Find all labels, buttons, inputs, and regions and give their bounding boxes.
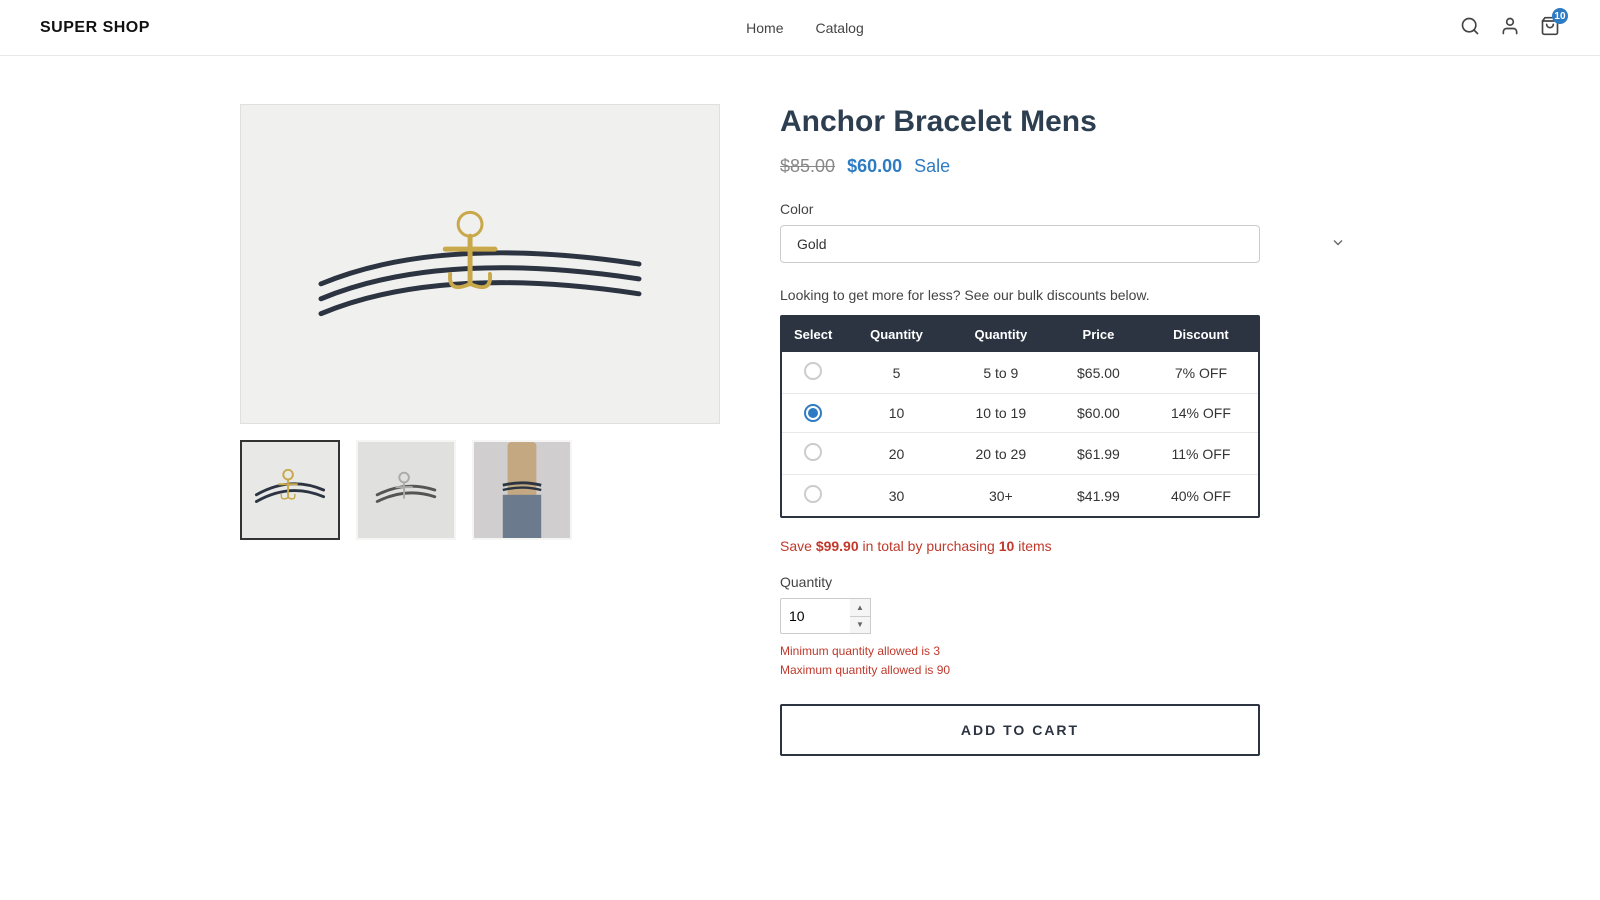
site-logo[interactable]: SUPER SHOP [40,19,150,37]
cell-qty-2: 20 [844,433,948,475]
cell-range-3: 30+ [949,475,1053,517]
search-icon[interactable] [1460,16,1480,39]
table-row[interactable]: 20 20 to 29 $61.99 11% OFF [782,433,1258,475]
main-product-image[interactable] [240,104,720,424]
header-icons: 10 [1460,16,1560,39]
quantity-input-wrapper: ▲ ▼ [780,598,1360,634]
bulk-info-text: Looking to get more for less? See our bu… [780,287,1360,303]
qty-max-text: Maximum quantity allowed is 90 [780,661,1360,680]
cell-price-2: $61.99 [1053,433,1144,475]
color-label: Color [780,201,1360,217]
quantity-input[interactable] [780,598,850,634]
product-info: Anchor Bracelet Mens $85.00 $60.00 Sale … [780,104,1360,756]
cart-count-badge: 10 [1552,8,1568,24]
table-row[interactable]: 10 10 to 19 $60.00 14% OFF [782,394,1258,433]
cell-select-3[interactable] [782,475,844,517]
product-title: Anchor Bracelet Mens [780,104,1360,140]
cell-select-2[interactable] [782,433,844,475]
table-header-qty2: Quantity [949,317,1053,352]
cell-discount-2: 11% OFF [1144,433,1258,475]
table-header-price: Price [1053,317,1144,352]
quantity-spinners: ▲ ▼ [850,598,871,634]
cell-qty-0: 5 [844,352,948,394]
quantity-decrement[interactable]: ▼ [850,617,870,634]
original-price: $85.00 [780,156,835,177]
color-select-wrapper: Gold Silver Black [780,225,1360,263]
cell-price-0: $65.00 [1053,352,1144,394]
quantity-increment[interactable]: ▲ [850,599,870,617]
header: SUPER SHOP Home Catalog 10 [0,0,1600,56]
color-select[interactable]: Gold Silver Black [780,225,1260,263]
cell-discount-0: 7% OFF [1144,352,1258,394]
radio-3[interactable] [804,485,822,503]
cell-range-0: 5 to 9 [949,352,1053,394]
cart-icon[interactable]: 10 [1540,16,1560,39]
product-images [240,104,720,756]
thumbnail-1[interactable] [240,440,340,540]
table-row[interactable]: 5 5 to 9 $65.00 7% OFF [782,352,1258,394]
quantity-limits: Minimum quantity allowed is 3 Maximum qu… [780,642,1360,680]
sale-label: Sale [914,156,950,177]
cell-range-2: 20 to 29 [949,433,1053,475]
cell-discount-3: 40% OFF [1144,475,1258,517]
add-to-cart-button[interactable]: ADD TO CART [780,704,1260,756]
table-row[interactable]: 30 30+ $41.99 40% OFF [782,475,1258,517]
chevron-down-icon [1330,235,1346,254]
main-content: Anchor Bracelet Mens $85.00 $60.00 Sale … [200,56,1400,804]
thumbnail-2[interactable] [356,440,456,540]
cell-qty-3: 30 [844,475,948,517]
table-header-qty1: Quantity [844,317,948,352]
cell-select-1[interactable] [782,394,844,433]
cell-qty-1: 10 [844,394,948,433]
sale-price: $60.00 [847,156,902,177]
cell-discount-1: 14% OFF [1144,394,1258,433]
cell-price-3: $41.99 [1053,475,1144,517]
cell-select-0[interactable] [782,352,844,394]
nav-catalog[interactable]: Catalog [816,20,864,36]
table-header-select: Select [782,317,844,352]
thumbnail-list [240,440,720,540]
cell-price-1: $60.00 [1053,394,1144,433]
nav-home[interactable]: Home [746,20,783,36]
main-nav: Home Catalog [746,20,864,36]
table-header-discount: Discount [1144,317,1258,352]
discount-table: Select Quantity Quantity Price Discount … [780,315,1260,518]
qty-min-text: Minimum quantity allowed is 3 [780,642,1360,661]
radio-2[interactable] [804,443,822,461]
savings-message: Save $99.90 in total by purchasing 10 it… [780,538,1360,554]
product-pricing: $85.00 $60.00 Sale [780,156,1360,177]
account-icon[interactable] [1500,16,1520,39]
cell-range-1: 10 to 19 [949,394,1053,433]
radio-1[interactable] [804,404,822,422]
radio-0[interactable] [804,362,822,380]
thumbnail-3[interactable] [472,440,572,540]
quantity-label: Quantity [780,574,1360,590]
